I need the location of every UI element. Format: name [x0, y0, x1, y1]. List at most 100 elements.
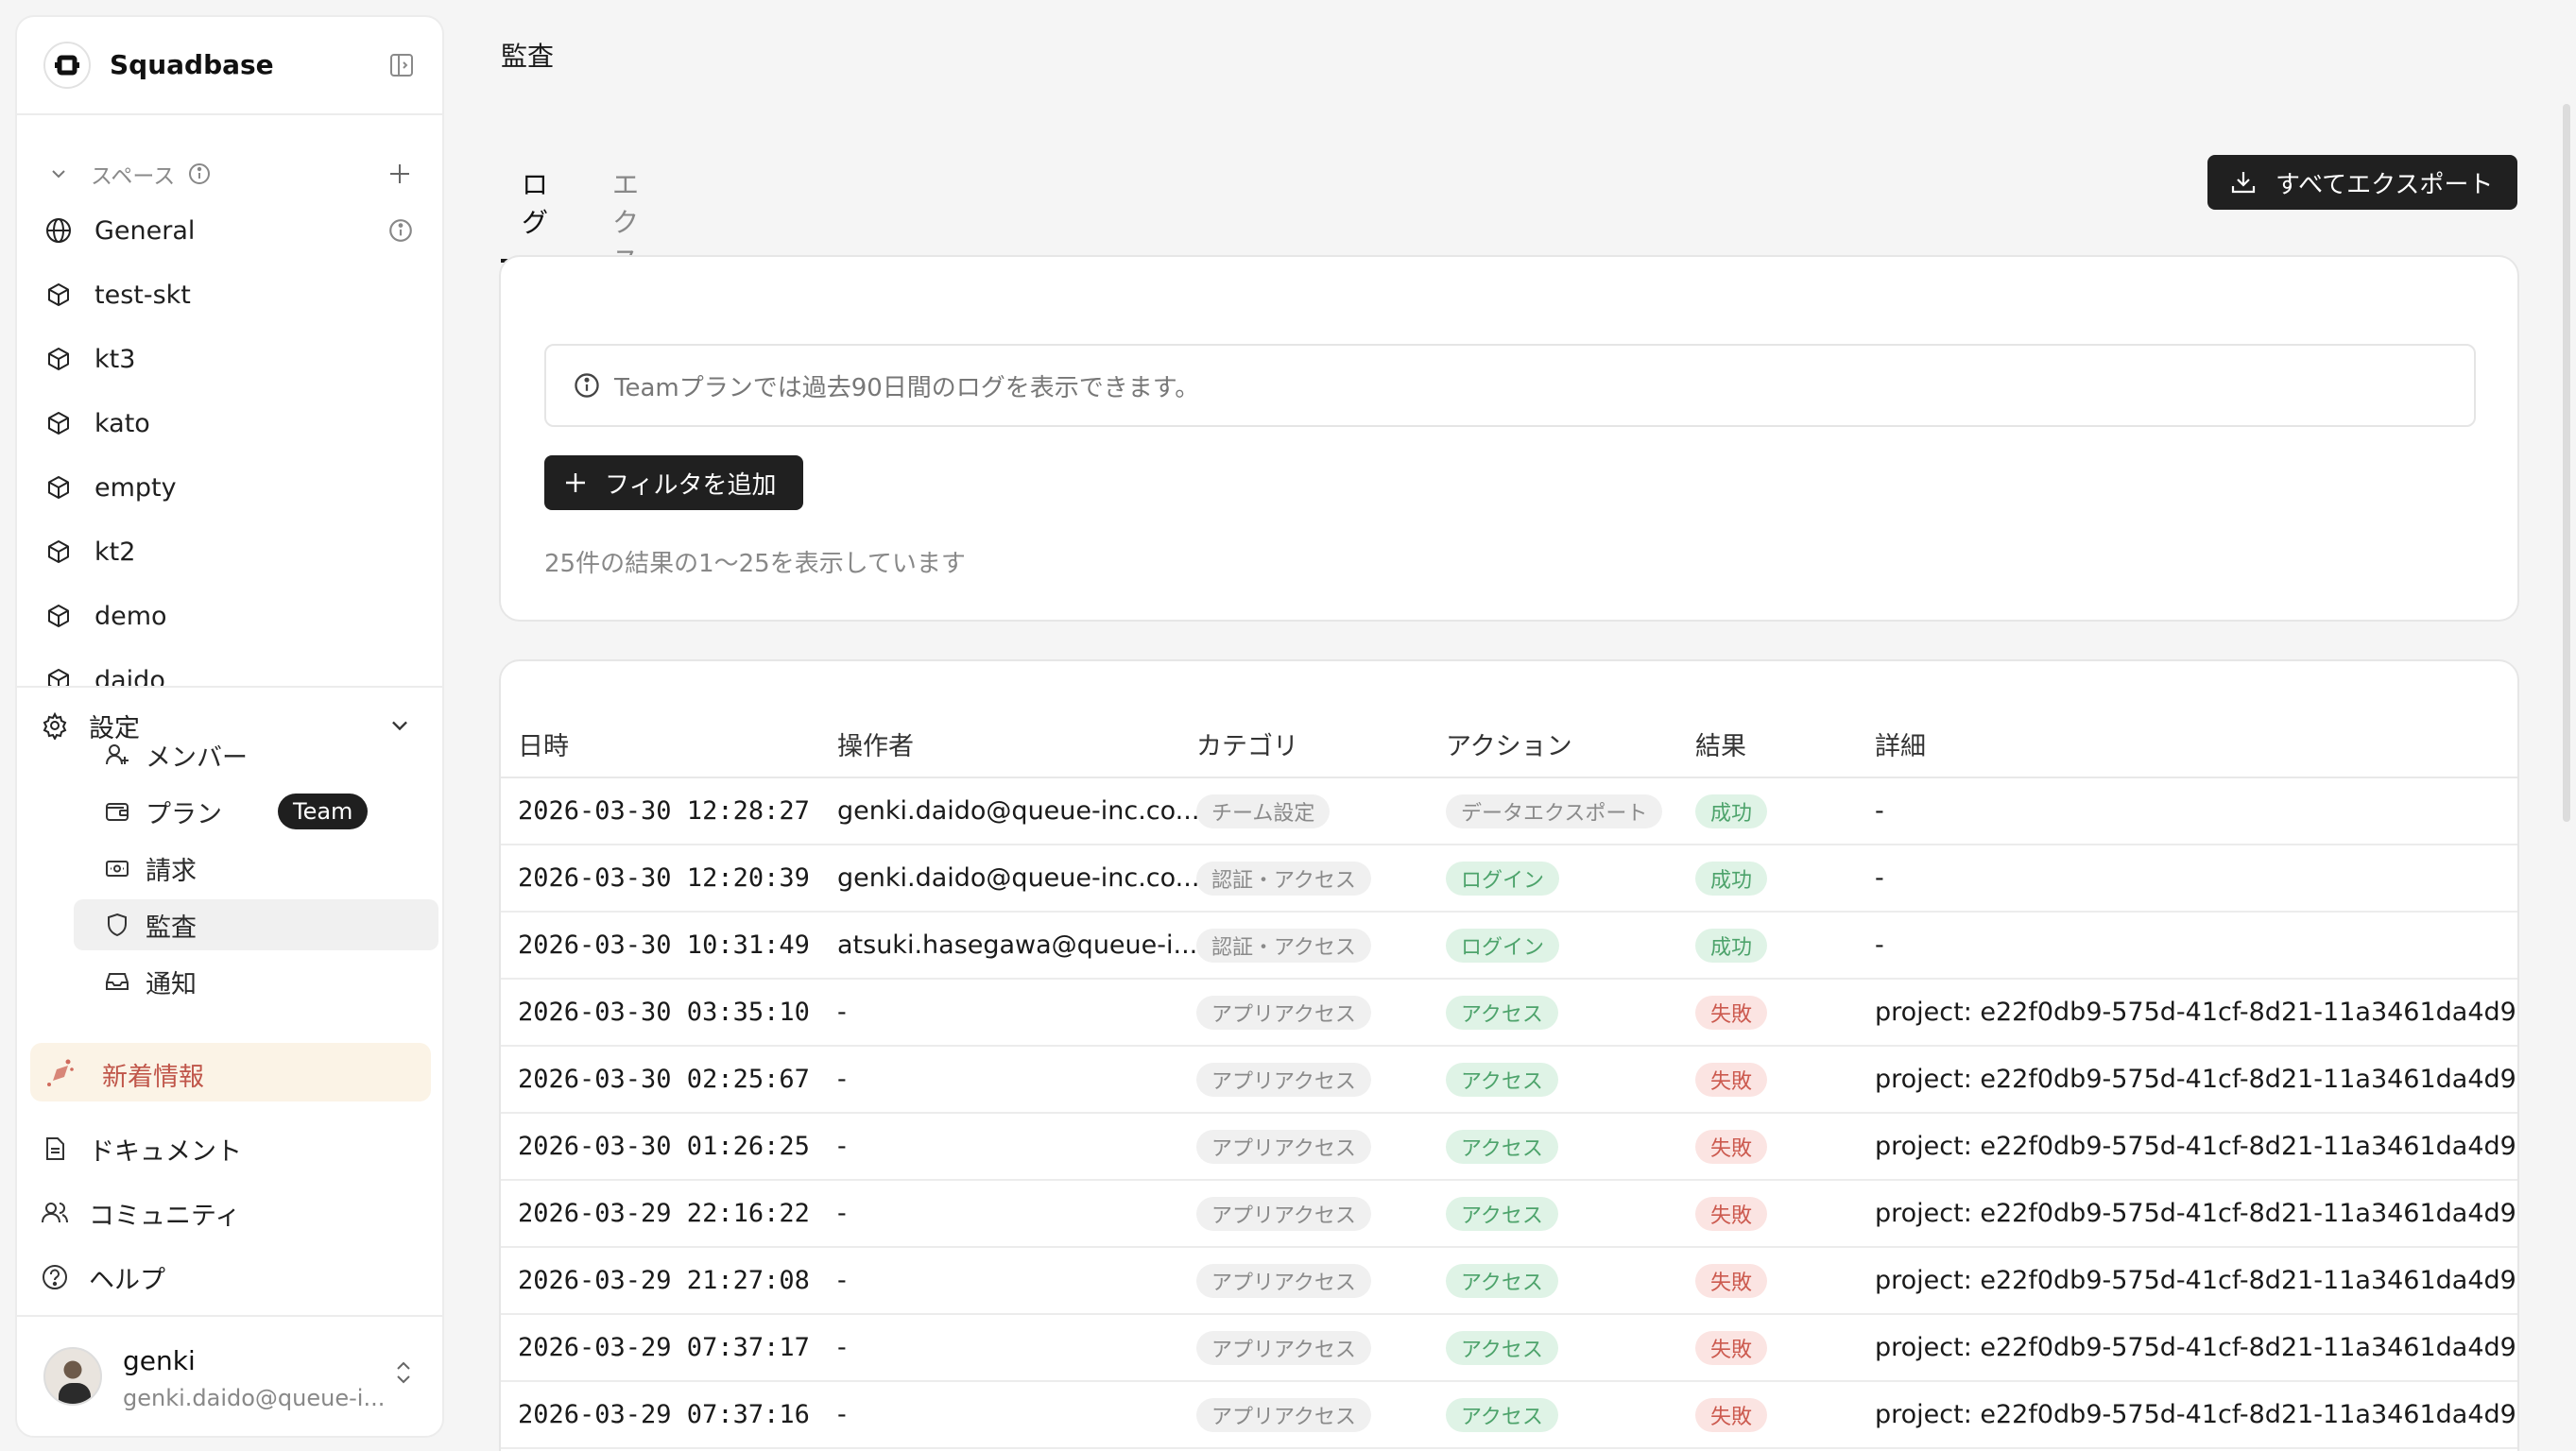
cube-icon [43, 472, 74, 503]
cell-datetime: 2026-03-30 01:26:25 [518, 1132, 810, 1161]
table-row[interactable]: 2026-03-30 01:26:25- アプリアクセス アクセス 失敗 project… [501, 1114, 2517, 1181]
cell-actor: atsuki.hasegawa@queue-i... [837, 930, 1198, 960]
settings-item-label: 請求 [146, 856, 197, 886]
space-label: daido [94, 665, 165, 688]
sparkle-icon [43, 1056, 76, 1092]
column-header-actor: 操作者 [837, 732, 914, 761]
cell-category: チーム設定 [1196, 778, 1331, 844]
cell-detail: project: e22f0db9-575d-41cf-8d21-11a3461… [1875, 1266, 2516, 1295]
action-badge: アクセス [1446, 1062, 1558, 1097]
space-label: General [94, 215, 196, 246]
table-row[interactable]: 2026-03-30 12:20:39 genki.daido@queue-inc… [501, 845, 2517, 913]
page-scrollbar[interactable] [2563, 104, 2570, 822]
cell-action: アクセス [1446, 1114, 1558, 1179]
result-badge: 失敗 [1695, 1397, 1768, 1432]
action-badge: アクセス [1446, 1263, 1558, 1298]
space-label: kt2 [94, 537, 136, 567]
space-item-general[interactable]: General [17, 202, 442, 259]
settings-item-billing[interactable]: 請求 [74, 843, 438, 894]
cell-datetime: 2026-03-30 02:25:67 [518, 1065, 810, 1094]
squadbase-logo-icon[interactable] [43, 42, 91, 89]
cell-category: 認証・アクセス [1196, 845, 1371, 911]
table-row[interactable]: 2026-03-30 02:25:67- アプリアクセス アクセス 失敗 project… [501, 1047, 2517, 1114]
whats-new-button[interactable]: 新着情報 [30, 1043, 431, 1101]
chevron-up-down-icon[interactable] [393, 1358, 414, 1391]
space-label: demo [94, 601, 167, 631]
cell-action: データエクスポート [1446, 778, 1663, 844]
table-row[interactable]: 2026-03-30 12:28:27 genki.daido@queue-inc… [501, 778, 2517, 845]
cell-detail: project: e22f0db9-575d-41cf-8d21-11a3461… [1875, 1065, 2516, 1094]
cell-datetime: 2026-03-29 07:37:16 [518, 1400, 810, 1429]
action-badge: ログイン [1446, 928, 1560, 963]
space-item-demo[interactable]: demo [17, 588, 442, 644]
chevron-down-icon[interactable] [43, 159, 74, 189]
user-menu[interactable]: genki genki.daido@queue-i... [17, 1315, 442, 1436]
page-title: 監査 [501, 41, 555, 72]
category-badge: アプリアクセス [1196, 995, 1371, 1030]
space-item-empty[interactable]: empty [17, 459, 442, 516]
avatar [43, 1347, 102, 1406]
cell-datetime: 2026-03-30 03:35:10 [518, 998, 810, 1027]
sidebar-header: Squadbase [17, 17, 442, 115]
cell-action: ログイン [1446, 913, 1560, 978]
cell-result: 失敗 [1695, 1248, 1768, 1313]
space-section-header[interactable]: スペース [17, 145, 442, 202]
space-item-kt2[interactable]: kt2 [17, 523, 442, 580]
cell-actor: genki.daido@queue-inc.co... [837, 796, 1200, 826]
action-badge: アクセス [1446, 995, 1558, 1030]
table-row[interactable]: 2026-03-30 03:35:10- アプリアクセス アクセス 失敗 project… [501, 980, 2517, 1047]
action-badge: アクセス [1446, 1330, 1558, 1365]
cell-category: アプリアクセス [1196, 1248, 1371, 1313]
help-link[interactable]: ヘルプ [17, 1249, 442, 1306]
table-row[interactable]: 2026-03-29 22:16:22- アプリアクセス アクセス 失敗 project… [501, 1181, 2517, 1248]
add-filter-label: フィルタを追加 [605, 470, 777, 500]
result-count: 25件の結果の1〜25を表示しています [544, 550, 966, 578]
add-filter-button[interactable]: フィルタを追加 [544, 455, 803, 510]
docs-link[interactable]: ドキュメント [17, 1120, 442, 1177]
settings-item-label: メンバー [146, 743, 248, 773]
table-row[interactable]: 2026-03-29 07:37:17- アプリアクセス アクセス 失敗 project… [501, 1315, 2517, 1382]
cell-category: アプリアクセス [1196, 1047, 1371, 1112]
space-item-kato[interactable]: kato [17, 395, 442, 452]
settings-item-label: プラン [146, 799, 222, 829]
export-all-button[interactable]: すべてエクスポート [2207, 155, 2517, 210]
settings-item-plan[interactable]: プラン Team [74, 786, 438, 837]
action-badge: アクセス [1446, 1397, 1558, 1432]
cell-actor: - [837, 1333, 847, 1362]
cell-actor: - [837, 1132, 847, 1161]
column-header-datetime: 日時 [518, 732, 569, 761]
space-list[interactable]: スペース General test-skt kt3 kato empty kt2… [17, 145, 442, 688]
space-item-daido[interactable]: daido [17, 652, 442, 688]
cell-datetime: 2026-03-30 12:28:27 [518, 796, 810, 826]
settings-item-members[interactable]: メンバー [74, 729, 438, 780]
table-row[interactable]: 2026-03-30 10:31:49 atsuki.hasegawa@queue… [501, 913, 2517, 980]
sidebar-collapse-icon[interactable] [389, 53, 414, 81]
help-icon [40, 1262, 70, 1292]
space-info-icon[interactable] [387, 217, 414, 244]
cell-category: アプリアクセス [1196, 1181, 1371, 1246]
category-badge: 認証・アクセス [1196, 861, 1371, 896]
table-row[interactable]: 2026-03-29 21:27:08- アプリアクセス アクセス 失敗 project… [501, 1248, 2517, 1315]
space-item-test-skt[interactable]: test-skt [17, 266, 442, 323]
cell-datetime: 2026-03-29 22:16:22 [518, 1199, 810, 1228]
cell-result: 失敗 [1695, 1315, 1768, 1380]
globe-icon [43, 215, 74, 246]
action-badge: アクセス [1446, 1196, 1558, 1231]
download-icon [2230, 169, 2257, 196]
table-row[interactable]: 2026-03-29 07:37:16- アプリアクセス アクセス 失敗 project… [501, 1382, 2517, 1449]
community-label: コミュニティ [89, 1201, 241, 1231]
info-icon[interactable] [187, 162, 212, 186]
cell-result: 失敗 [1695, 1181, 1768, 1246]
settings-item-audit[interactable]: 監査 [74, 899, 438, 950]
cell-category: アプリアクセス [1196, 1114, 1371, 1179]
sidebar: Squadbase スペース General test-skt kt3 kato… [15, 15, 444, 1438]
tab-logs[interactable]: ログ [501, 159, 570, 263]
space-item-kt3[interactable]: kt3 [17, 331, 442, 387]
add-space-icon[interactable] [387, 162, 412, 186]
settings-item-notifications[interactable]: 通知 [74, 956, 438, 1007]
cell-result: 成功 [1695, 778, 1768, 844]
cube-icon [43, 408, 74, 438]
whats-new-label: 新着情報 [102, 1063, 204, 1092]
cell-action: アクセス [1446, 1382, 1558, 1447]
community-link[interactable]: コミュニティ [17, 1185, 442, 1241]
